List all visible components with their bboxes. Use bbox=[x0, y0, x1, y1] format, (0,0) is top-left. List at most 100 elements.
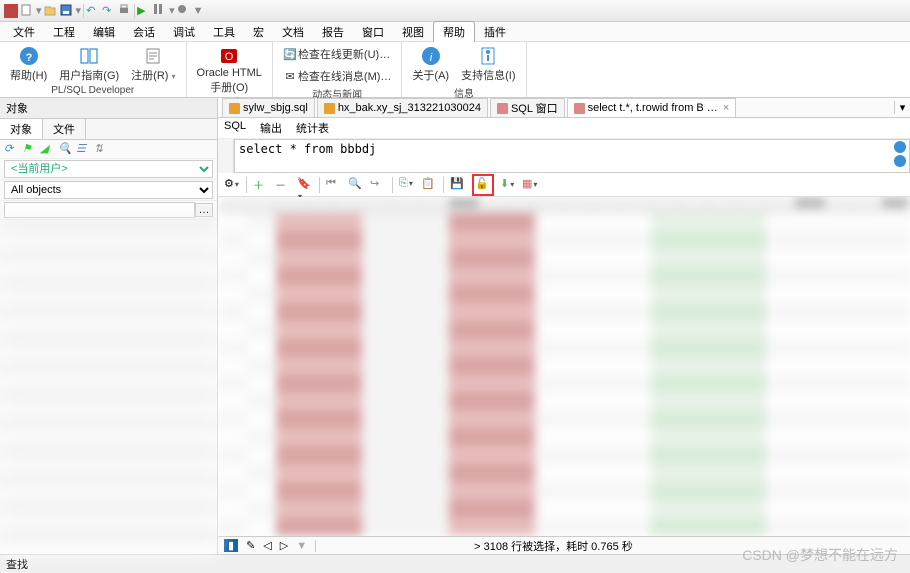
user-guide-button[interactable]: 用户指南(G) bbox=[55, 44, 123, 85]
save-icon[interactable]: 💾 bbox=[450, 177, 466, 193]
sql-editor[interactable] bbox=[234, 139, 910, 173]
redo-icon[interactable]: ↷ bbox=[102, 4, 116, 18]
menu-report[interactable]: 报告 bbox=[313, 22, 353, 42]
tab-label: hx_bak.xy_sj_313221030024 bbox=[338, 102, 481, 114]
tab-stats[interactable]: 统计表 bbox=[296, 120, 329, 136]
nav-up-icon[interactable] bbox=[894, 141, 906, 153]
tabs-dropdown-icon[interactable]: ▾ bbox=[894, 101, 910, 114]
tab-label: SQL 窗口 bbox=[511, 100, 558, 116]
status-text: > 3108 行被选择，耗时 0.765 秒 bbox=[474, 538, 633, 554]
menu-window[interactable]: 窗口 bbox=[353, 22, 393, 42]
object-sidebar: 对象 对象 文件 ⟳ ⚑ ◢ 🔍 ☰ ⇅ <当前用户> All objects … bbox=[0, 98, 218, 554]
menu-document[interactable]: 文档 bbox=[273, 22, 313, 42]
row-editor-icon[interactable]: ✎ bbox=[246, 539, 255, 552]
quick-access-toolbar: ▾ ▾ ↶ ↷ ▶ ▾ ▼ bbox=[0, 0, 910, 22]
object-filter-input[interactable] bbox=[4, 202, 195, 218]
menu-project[interactable]: 工程 bbox=[44, 22, 84, 42]
menu-file[interactable]: 文件 bbox=[4, 22, 44, 42]
paste-icon[interactable]: 📋 bbox=[421, 177, 437, 193]
sidebar-tab-objects[interactable]: 对象 bbox=[0, 119, 43, 139]
oracle-manual-button[interactable]: OOracle HTML 手册(O) bbox=[193, 44, 266, 97]
menu-session[interactable]: 会话 bbox=[124, 22, 164, 42]
msg-icon: ✉ bbox=[283, 69, 297, 83]
menu-view[interactable]: 视图 bbox=[393, 22, 433, 42]
oracle-icon: O bbox=[219, 46, 239, 66]
support-info-button[interactable]: 支持信息(I) bbox=[457, 44, 519, 85]
find-label: 查找 bbox=[6, 559, 28, 571]
menu-debug[interactable]: 调试 bbox=[164, 22, 204, 42]
menu-tools[interactable]: 工具 bbox=[204, 22, 244, 42]
user-select[interactable]: <当前用户> bbox=[4, 160, 213, 178]
status-indicator: ▮ bbox=[224, 539, 238, 552]
app-icon bbox=[4, 4, 18, 18]
sidebar-title: 对象 bbox=[0, 98, 217, 119]
find-icon[interactable]: 🔍 bbox=[348, 177, 364, 193]
menu-edit[interactable]: 编辑 bbox=[84, 22, 124, 42]
sql-gutter bbox=[218, 139, 234, 173]
menu-plugin[interactable]: 插件 bbox=[475, 22, 515, 42]
note-icon bbox=[143, 46, 163, 66]
nav-next-icon[interactable]: ▷ bbox=[280, 539, 288, 552]
sql-editor-area bbox=[218, 139, 910, 173]
about-button[interactable]: i关于(A) bbox=[408, 44, 453, 85]
tab-output[interactable]: 输出 bbox=[260, 120, 282, 136]
menu-help[interactable]: 帮助 bbox=[433, 21, 475, 42]
menubar: 文件 工程 编辑 会话 调试 工具 宏 文档 报告 窗口 视图 帮助 插件 bbox=[0, 22, 910, 42]
ribbon-group-title: PL/SQL Developer bbox=[51, 85, 134, 96]
tab-label: sylw_sbjg.sql bbox=[243, 102, 308, 114]
run-icon[interactable]: ▶ bbox=[137, 4, 151, 18]
collapse-icon[interactable]: ◢ bbox=[40, 142, 54, 156]
menu-macro[interactable]: 宏 bbox=[244, 22, 273, 42]
pause-icon[interactable] bbox=[153, 4, 167, 18]
document-tab[interactable]: hx_bak.xy_sj_313221030024 bbox=[317, 98, 488, 117]
document-tab[interactable]: SQL 窗口 bbox=[490, 98, 565, 117]
sql-window-icon bbox=[574, 103, 585, 114]
print-icon[interactable] bbox=[118, 4, 132, 18]
highlighted-button[interactable]: 🔓 bbox=[472, 174, 494, 196]
filter-go-button[interactable]: … bbox=[195, 203, 213, 217]
book-icon bbox=[79, 46, 99, 66]
sort-icon[interactable]: ⇅ bbox=[94, 142, 108, 156]
lock-edit-icon[interactable]: 🔓 bbox=[475, 177, 491, 193]
stop-icon[interactable] bbox=[177, 4, 191, 18]
undo-icon[interactable]: ↶ bbox=[86, 4, 100, 18]
first-icon[interactable]: ⏮ bbox=[326, 177, 342, 193]
goto-icon[interactable]: ↪ bbox=[370, 177, 386, 193]
bookmark-icon[interactable]: 🔖 bbox=[297, 177, 313, 193]
nav-down-icon[interactable] bbox=[894, 155, 906, 167]
copy-icon[interactable]: ⎘ bbox=[399, 177, 415, 193]
new-icon[interactable] bbox=[20, 4, 34, 18]
filter-icon[interactable]: ☰ bbox=[76, 142, 90, 156]
gear-icon[interactable]: ⚙ bbox=[224, 177, 240, 193]
help-button[interactable]: ?帮助(H) bbox=[6, 44, 51, 85]
refresh-icon[interactable]: ⟳ bbox=[4, 142, 18, 156]
object-type-select[interactable]: All objects bbox=[4, 181, 213, 199]
register-button[interactable]: 注册(R) ▾ bbox=[127, 44, 179, 85]
main-area: sylw_sbjg.sql hx_bak.xy_sj_313221030024 SQ… bbox=[218, 98, 910, 554]
check-messages-button[interactable]: ✉检查在线消息(M)… bbox=[279, 66, 396, 86]
footer-bar: 查找 bbox=[0, 554, 910, 572]
sidebar-tab-files[interactable]: 文件 bbox=[43, 119, 86, 139]
document-tab[interactable]: select t.*, t.rowid from B …× bbox=[567, 98, 737, 117]
export-icon[interactable]: ⬇ bbox=[500, 177, 516, 193]
check-updates-button[interactable]: 🔄检查在线更新(U)… bbox=[279, 44, 394, 64]
tab-sql[interactable]: SQL bbox=[224, 120, 246, 136]
sidebar-toolbar: ⟳ ⚑ ◢ 🔍 ☰ ⇅ bbox=[0, 140, 217, 159]
help-icon: ? bbox=[19, 46, 39, 66]
save-icon[interactable] bbox=[60, 4, 74, 18]
grid-color-icon[interactable]: ▦ bbox=[522, 177, 538, 193]
sql-file-icon bbox=[229, 103, 240, 114]
flag-icon[interactable]: ⚑ bbox=[22, 142, 36, 156]
close-icon[interactable]: × bbox=[723, 102, 729, 114]
add-row-icon[interactable]: ＋ bbox=[253, 177, 269, 193]
support-icon bbox=[478, 46, 498, 66]
svg-text:?: ? bbox=[25, 52, 32, 64]
document-tabs: sylw_sbjg.sql hx_bak.xy_sj_313221030024 SQ… bbox=[218, 98, 910, 118]
ribbon: ?帮助(H) 用户指南(G) 注册(R) ▾ PL/SQL Developer … bbox=[0, 42, 910, 98]
delete-row-icon[interactable]: － bbox=[275, 177, 291, 193]
open-icon[interactable] bbox=[44, 4, 58, 18]
nav-prev-icon[interactable]: ◁ bbox=[263, 539, 271, 552]
result-grid[interactable]: BAOBMCBAOBLMOD! bbox=[218, 197, 910, 536]
document-tab[interactable]: sylw_sbjg.sql bbox=[222, 98, 315, 117]
find-icon[interactable]: 🔍 bbox=[58, 142, 72, 156]
